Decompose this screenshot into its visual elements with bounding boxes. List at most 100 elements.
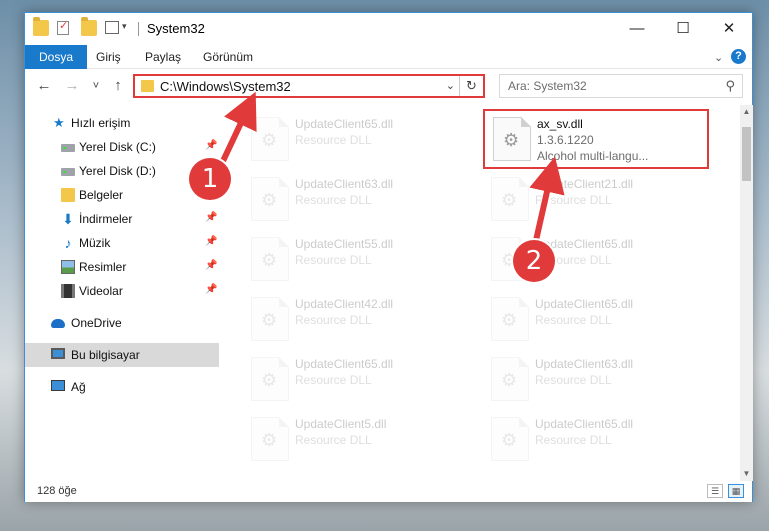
file-item[interactable]: ⚙ UpdateClient5.dll Resource DLL [243, 411, 473, 467]
file-type: Resource DLL [535, 433, 612, 447]
sidebar-item-label: Bu bilgisayar [71, 348, 140, 362]
expand-ribbon-icon[interactable]: ⌄ [714, 51, 726, 64]
address-dropdown-icon[interactable]: ⌄ [446, 79, 455, 92]
documents-icon [61, 188, 75, 202]
network-icon [51, 380, 65, 391]
file-item[interactable]: ⚙ UpdateClient65.dll Resource DLL [243, 351, 473, 407]
tab-home[interactable]: Giriş [96, 45, 121, 69]
vertical-scrollbar[interactable]: ▲ ▼ [740, 105, 753, 481]
computer-icon [51, 348, 65, 359]
minimize-button[interactable]: — [614, 13, 660, 43]
close-button[interactable]: ✕ [706, 13, 752, 43]
file-name: UpdateClient63.dll [295, 177, 394, 191]
sidebar-item-label: Hızlı erişim [71, 116, 131, 130]
gear-icon: ⚙ [261, 130, 278, 150]
drive-icon [61, 168, 75, 176]
address-path[interactable]: C:\Windows\System32 [160, 79, 291, 94]
refresh-button[interactable]: ↻ [459, 76, 483, 96]
file-type: Resource DLL [295, 313, 372, 327]
details-view-icon[interactable]: ☰ [707, 484, 723, 498]
file-name: UpdateClient42.dll [295, 297, 394, 311]
sidebar-item-downloads[interactable]: ⬇ İndirmeler 📌 [25, 207, 219, 231]
file-item[interactable]: ⚙ UpdateClient42.dll Resource DLL [243, 291, 473, 347]
dll-file-icon: ⚙ [491, 177, 529, 221]
new-folder-icon[interactable] [81, 17, 97, 36]
explorer-window: ✓ ▾ System32 — ☐ ✕ Dosya Giriş Paylaş Gö… [24, 12, 753, 502]
file-name: UpdateClient63.dll [535, 357, 634, 371]
file-list: ⚙ UpdateClient65.dll Resource DLL ⚙ Upda… [221, 105, 740, 481]
dll-file-icon: ⚙ [493, 117, 531, 161]
gear-icon: ⚙ [503, 130, 520, 150]
view-icon[interactable] [105, 21, 119, 34]
pin-icon: 📌 [205, 284, 218, 295]
file-version: 1.3.6.1220 [537, 133, 594, 147]
scroll-thumb[interactable] [742, 127, 751, 181]
navigation-pane: ★ Hızlı erişim Yerel Disk (C:) 📌 Yerel D… [25, 105, 219, 481]
sidebar-item-label: Yerel Disk (D:) [79, 164, 156, 178]
file-type: Resource DLL [295, 253, 372, 267]
large-icons-view-icon[interactable]: ▦ [728, 484, 744, 498]
tab-file[interactable]: Dosya [25, 45, 88, 69]
file-item[interactable]: ⚙ UpdateClient65.dll Resource DLL [483, 291, 713, 347]
dll-file-icon: ⚙ [251, 177, 289, 221]
gear-icon: ⚙ [261, 430, 278, 450]
dll-file-icon: ⚙ [251, 357, 289, 401]
file-description: Alcohol multi-langu... [537, 149, 649, 163]
cloud-icon [51, 319, 65, 328]
forward-button[interactable]: → [63, 77, 81, 95]
file-name: UpdateClient21.dll [535, 177, 634, 191]
sidebar-item-network[interactable]: Ağ [25, 375, 219, 399]
music-icon: ♪ [64, 235, 72, 251]
videos-icon [61, 284, 75, 298]
back-button[interactable]: ← [35, 77, 53, 95]
title-separator [138, 22, 139, 36]
tab-share[interactable]: Paylaş [145, 45, 181, 69]
file-item[interactable]: ⚙ UpdateClient21.dll Resource DLL [483, 171, 713, 227]
dll-file-icon: ⚙ [251, 417, 289, 461]
highlighted-dll-file[interactable]: ⚙ ax_sv.dll 1.3.6.1220 Alcohol multi-lan… [483, 109, 709, 169]
file-name: UpdateClient65.dll [535, 297, 634, 311]
file-name: UpdateClient65.dll [295, 117, 394, 131]
gear-icon: ⚙ [261, 310, 278, 330]
file-item[interactable]: ⚙ UpdateClient65.dll Resource DLL [483, 411, 713, 467]
gear-icon: ⚙ [501, 370, 518, 390]
tab-view[interactable]: Görünüm [203, 45, 253, 69]
file-name: UpdateClient55.dll [295, 237, 394, 251]
customize-quick-access-icon[interactable]: ▾ [122, 21, 138, 37]
file-name: UpdateClient5.dll [295, 417, 387, 431]
sidebar-item-local-disk-c[interactable]: Yerel Disk (C:) 📌 [25, 135, 219, 159]
status-bar: 128 öğe ☰ ▦ [25, 481, 752, 502]
drive-icon [61, 144, 75, 152]
gear-icon: ⚙ [261, 250, 278, 270]
file-name: ax_sv.dll [537, 117, 583, 131]
pin-icon: 📌 [205, 140, 218, 151]
sidebar-item-videos[interactable]: Videolar 📌 [25, 279, 219, 303]
help-icon[interactable]: ? [731, 49, 746, 64]
properties-icon[interactable]: ✓ [57, 20, 69, 35]
search-input[interactable]: Ara: System32 [508, 79, 587, 93]
recent-locations-button[interactable]: ˅ [87, 77, 105, 95]
up-button[interactable]: ↑ [109, 77, 127, 95]
scroll-up-icon[interactable]: ▲ [740, 105, 753, 119]
step-1-badge: 1 [189, 158, 231, 200]
file-item[interactable]: ⚙ UpdateClient65.dll Resource DLL [243, 111, 473, 167]
search-box[interactable]: Ara: System32 ⚲ [499, 74, 743, 98]
sidebar-item-pictures[interactable]: Resimler 📌 [25, 255, 219, 279]
scroll-down-icon[interactable]: ▼ [740, 467, 753, 481]
file-item[interactable]: ⚙ UpdateClient63.dll Resource DLL [243, 171, 473, 227]
file-item[interactable]: ⚙ UpdateClient63.dll Resource DLL [483, 351, 713, 407]
step-2-badge: 2 [513, 240, 555, 282]
file-item[interactable]: ⚙ UpdateClient55.dll Resource DLL [243, 231, 473, 287]
sidebar-item-quick-access[interactable]: ★ Hızlı erişim [25, 111, 219, 135]
gear-icon: ⚙ [501, 310, 518, 330]
sidebar-item-this-pc[interactable]: Bu bilgisayar [25, 343, 219, 367]
sidebar-item-music[interactable]: ♪ Müzik 📌 [25, 231, 219, 255]
address-bar[interactable]: C:\Windows\System32 ⌄ ↻ [133, 74, 485, 98]
pin-icon: 📌 [205, 260, 218, 271]
dll-file-icon: ⚙ [251, 117, 289, 161]
file-type: Resource DLL [535, 373, 612, 387]
sidebar-item-label: Ağ [71, 380, 86, 394]
sidebar-item-onedrive[interactable]: OneDrive [25, 311, 219, 335]
sidebar-item-label: Müzik [79, 236, 111, 250]
maximize-button[interactable]: ☐ [660, 13, 706, 43]
